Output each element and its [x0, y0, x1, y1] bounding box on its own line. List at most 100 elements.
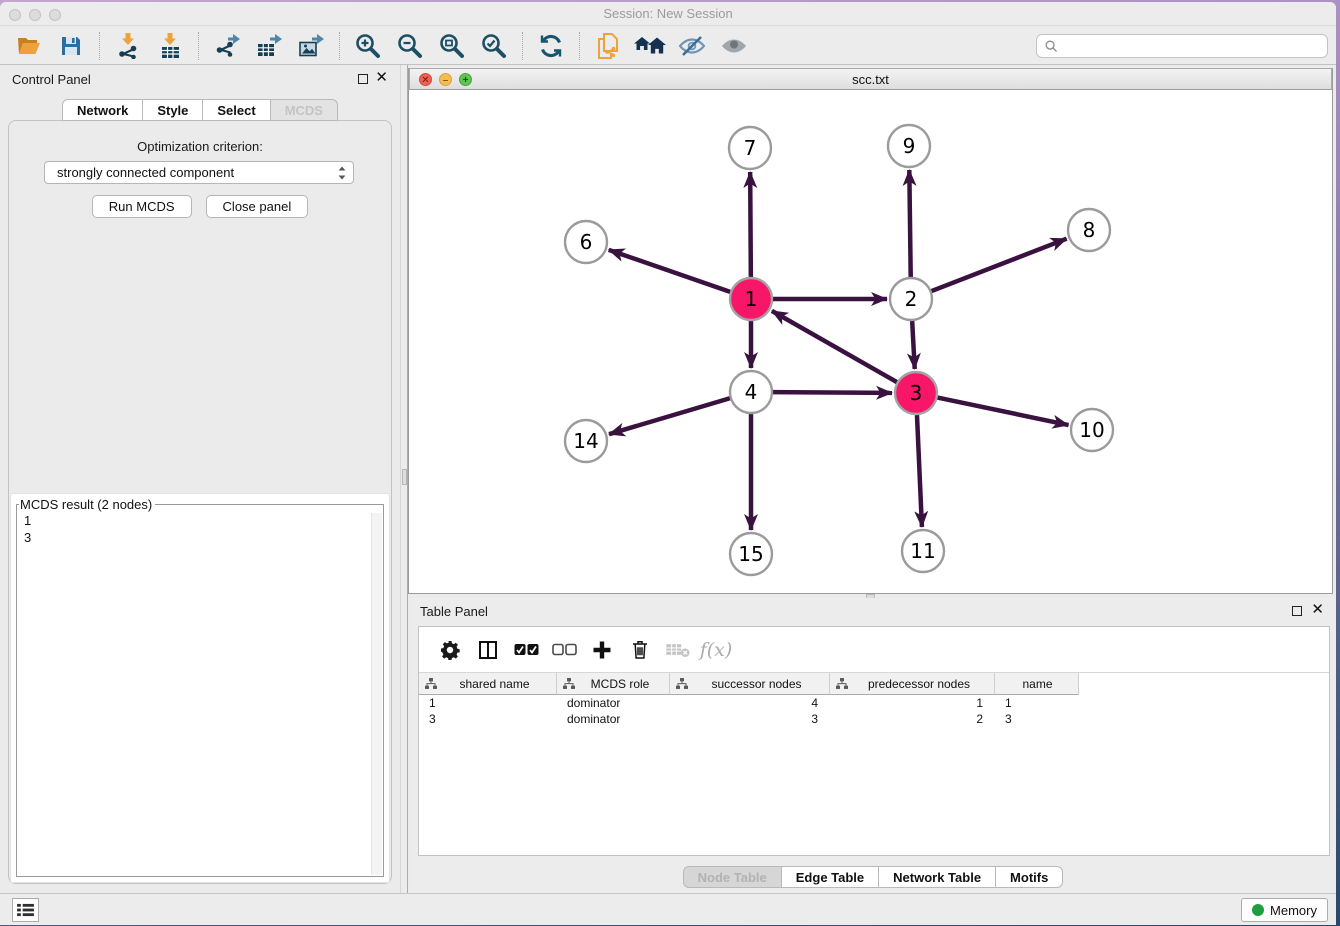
table-panel-header: Table Panel ✕	[410, 598, 1336, 624]
graph-node-6[interactable]: 6	[565, 221, 607, 263]
run-mcds-button[interactable]: Run MCDS	[92, 195, 192, 218]
graph-edge-4-14[interactable]	[609, 398, 730, 434]
close-panel-button[interactable]: Close panel	[206, 195, 309, 218]
control-panel-header: Control Panel ✕	[0, 65, 400, 93]
vertical-splitter[interactable]	[400, 65, 408, 893]
table-settings-icon[interactable]	[431, 635, 469, 665]
column-header-name[interactable]: name	[995, 673, 1079, 695]
svg-text:10: 10	[1079, 418, 1104, 442]
tab-style[interactable]: Style	[143, 99, 203, 121]
network-canvas[interactable]: 7 9 6 8 1 2 4 3 14 10 15 11	[409, 90, 1334, 593]
tab-motifs[interactable]: Motifs	[996, 866, 1063, 888]
graph-node-15[interactable]: 15	[730, 533, 772, 575]
network-window-titlebar: ✕ – + scc.txt	[409, 68, 1332, 90]
graph-node-8[interactable]: 8	[1068, 209, 1110, 251]
optimization-criterion-dropdown[interactable]: strongly connected component	[44, 161, 354, 184]
graph-node-1[interactable]: 1	[730, 278, 772, 320]
graph-edge-2-9[interactable]	[909, 170, 910, 277]
column-header-successor-nodes[interactable]: successor nodes	[670, 673, 830, 695]
network-canvas-area: 7 9 6 8 1 2 4 3 14 10 15 11	[409, 90, 1332, 593]
table-row[interactable]: 1dominator411	[419, 695, 1329, 711]
table-cell[interactable]: 3	[995, 711, 1079, 727]
float-panel-icon[interactable]	[1292, 606, 1302, 616]
result-scrollbar[interactable]	[371, 513, 382, 875]
tab-network[interactable]: Network	[62, 99, 143, 121]
import-table-icon[interactable]	[152, 31, 188, 61]
graph-edge-3-11[interactable]	[917, 415, 922, 527]
table-cell[interactable]: 1	[830, 695, 995, 711]
copy-style-icon[interactable]	[590, 31, 626, 61]
graph-node-11[interactable]: 11	[902, 530, 944, 572]
close-panel-icon[interactable]: ✕	[375, 73, 388, 83]
graph-node-2[interactable]: 2	[890, 278, 932, 320]
memory-label: Memory	[1270, 903, 1317, 918]
graph-node-10[interactable]: 10	[1071, 409, 1113, 451]
export-network-icon[interactable]	[209, 31, 245, 61]
graph-node-7[interactable]: 7	[729, 127, 771, 169]
column-header-mcds-role[interactable]: MCDS role	[557, 673, 670, 695]
table-cell[interactable]: dominator	[557, 711, 670, 727]
table-cell[interactable]: dominator	[557, 695, 670, 711]
mcds-result-title: MCDS result (2 nodes)	[19, 497, 155, 512]
hide-graphics-eye-icon[interactable]	[674, 31, 710, 61]
svg-text:14: 14	[573, 429, 598, 453]
zoom-in-icon[interactable]	[350, 31, 386, 61]
table-cell[interactable]: 3	[670, 711, 830, 727]
graph-node-4[interactable]: 4	[730, 371, 772, 413]
graph-node-9[interactable]: 9	[888, 125, 930, 167]
table-cell[interactable]: 2	[830, 711, 995, 727]
select-all-icon[interactable]	[507, 635, 545, 665]
mcds-buttons-row: Run MCDS Close panel	[0, 195, 400, 218]
export-image-icon[interactable]	[293, 31, 329, 61]
graph-edge-1-6[interactable]	[609, 250, 731, 292]
column-header-shared-name[interactable]: shared name	[419, 673, 557, 695]
delete-table-icon[interactable]	[659, 635, 697, 665]
column-header-predecessor-nodes[interactable]: predecessor nodes	[830, 673, 995, 695]
graph-edge-2-8[interactable]	[932, 239, 1067, 291]
svg-text:11: 11	[910, 539, 935, 563]
close-panel-icon[interactable]: ✕	[1311, 605, 1324, 615]
refresh-icon[interactable]	[533, 31, 569, 61]
node-table-container: f(x) shared name MCDS role successor nod…	[418, 626, 1330, 856]
memory-button[interactable]: Memory	[1241, 898, 1328, 922]
graph-edge-3-1[interactable]	[772, 311, 897, 382]
import-network-icon[interactable]	[110, 31, 146, 61]
table-toolbar: f(x)	[419, 627, 1329, 672]
graph-edge-3-10[interactable]	[938, 398, 1069, 426]
open-file-icon[interactable]	[11, 31, 47, 61]
task-history-button[interactable]	[12, 898, 39, 922]
export-table-icon[interactable]	[251, 31, 287, 61]
tab-edge-table[interactable]: Edge Table	[782, 866, 879, 888]
splitter-handle[interactable]	[402, 469, 407, 485]
function-builder-icon[interactable]: f(x)	[697, 635, 735, 665]
add-column-icon[interactable]	[583, 635, 621, 665]
table-row[interactable]: 3dominator323	[419, 711, 1329, 727]
graph-edge-4-3[interactable]	[773, 392, 892, 393]
graph-edge-2-3[interactable]	[912, 321, 915, 369]
float-panel-icon[interactable]	[358, 74, 368, 84]
optimization-criterion-label: Optimization criterion:	[0, 139, 400, 154]
table-cell[interactable]: 4	[670, 695, 830, 711]
home-icon[interactable]	[632, 31, 668, 61]
tab-select[interactable]: Select	[203, 99, 270, 121]
mcds-result-text[interactable]: 1 3	[17, 512, 383, 546]
split-view-icon[interactable]	[469, 635, 507, 665]
graph-edge-1-7[interactable]	[750, 172, 751, 277]
tab-network-table[interactable]: Network Table	[879, 866, 996, 888]
show-graphics-eye-icon[interactable]	[716, 31, 752, 61]
graph-node-14[interactable]: 14	[565, 420, 607, 462]
deselect-all-icon[interactable]	[545, 635, 583, 665]
table-cell[interactable]: 1	[419, 695, 557, 711]
zoom-selected-icon[interactable]	[476, 31, 512, 61]
tab-node-table[interactable]: Node Table	[683, 866, 782, 888]
table-cell[interactable]: 1	[995, 695, 1079, 711]
tab-mcds[interactable]: MCDS	[271, 99, 338, 121]
search-input[interactable]	[1036, 34, 1328, 58]
zoom-out-icon[interactable]	[392, 31, 428, 61]
table-tabs: Node TableEdge TableNetwork TableMotifs	[410, 866, 1336, 888]
zoom-fit-icon[interactable]	[434, 31, 470, 61]
graph-node-3[interactable]: 3	[895, 372, 937, 414]
table-cell[interactable]: 3	[419, 711, 557, 727]
save-session-icon[interactable]	[53, 31, 89, 61]
delete-column-icon[interactable]	[621, 635, 659, 665]
